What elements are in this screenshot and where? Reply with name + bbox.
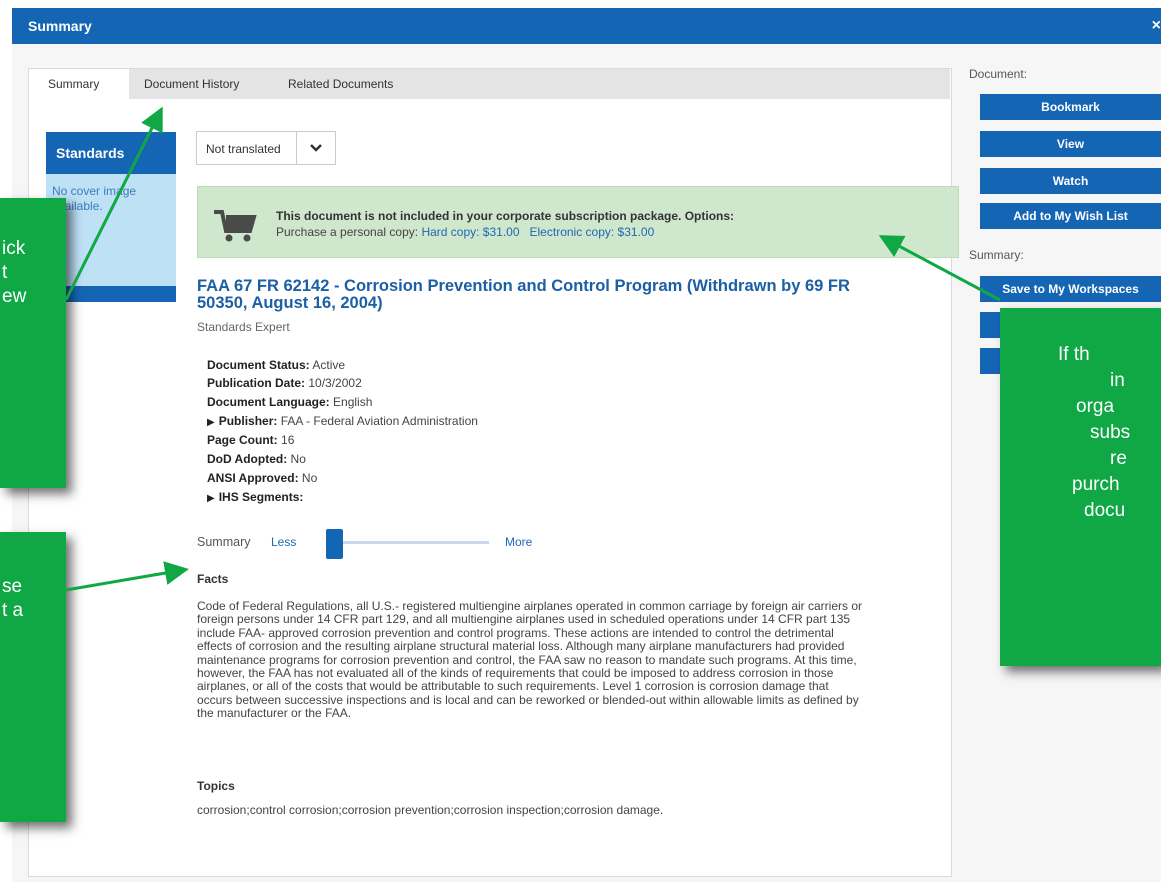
callout-line: in	[1110, 370, 1125, 391]
modal-title: Summary	[28, 18, 92, 34]
tab-related-documents[interactable]: Related Documents	[288, 69, 393, 99]
annotation-callout: se t a	[0, 532, 66, 822]
callout-line: subs	[1090, 422, 1131, 443]
callout-line: purch	[1072, 474, 1120, 495]
add-to-wish-list-button[interactable]: Add to My Wish List	[980, 203, 1161, 229]
field-ihs-segments[interactable]: ▶ IHS Segments:	[207, 490, 303, 504]
view-button[interactable]: View	[980, 131, 1161, 157]
field-document-status: Document Status: Active	[207, 358, 346, 372]
subscription-notice: This document is not included in your co…	[197, 186, 959, 258]
watch-button[interactable]: Watch	[980, 168, 1161, 194]
callout-line: orga	[1076, 396, 1115, 417]
hard-copy-link[interactable]: Hard copy: $31.00	[421, 225, 519, 239]
tab-document-history[interactable]: Document History	[144, 69, 239, 99]
field-dod-adopted: DoD Adopted: No	[207, 452, 306, 466]
slider-less-link[interactable]: Less	[271, 535, 296, 549]
purchase-prefix: Purchase a personal copy:	[276, 225, 419, 239]
annotation-callout: If th in orga subs re purch docu	[1000, 308, 1161, 666]
cover-heading: Standards	[46, 132, 176, 174]
field-ansi-approved: ANSI Approved: No	[207, 471, 318, 485]
translation-select[interactable]: Not translated	[196, 131, 336, 165]
callout-line: se	[2, 576, 23, 597]
notice-headline: This document is not included in your co…	[276, 209, 735, 223]
callout-line: docu	[1084, 500, 1126, 521]
notice-purchase-line: Purchase a personal copy: Hard copy: $31…	[276, 225, 654, 239]
shopping-cart-icon	[214, 209, 258, 248]
slider-handle[interactable]	[326, 529, 343, 559]
tab-summary[interactable]: Summary	[29, 69, 129, 99]
chevron-down-icon[interactable]	[296, 132, 335, 164]
field-page-count: Page Count: 16	[207, 433, 295, 447]
field-publication-date: Publication Date: 10/3/2002	[207, 376, 362, 390]
callout-line: ick	[2, 238, 26, 259]
annotation-callout: ick t ew	[0, 198, 66, 488]
caret-right-icon[interactable]: ▶	[207, 493, 215, 504]
callout-line: re	[1110, 448, 1127, 469]
slider-track[interactable]	[329, 541, 489, 544]
summary-actions-label: Summary:	[969, 248, 1024, 262]
close-icon[interactable]: ×	[1152, 17, 1161, 35]
translation-select-value: Not translated	[206, 142, 281, 156]
slider-more-link[interactable]: More	[505, 535, 532, 549]
bookmark-button[interactable]: Bookmark	[980, 94, 1161, 120]
document-subtitle: Standards Expert	[197, 320, 290, 334]
save-to-workspaces-button[interactable]: Save to My Workspaces	[980, 276, 1161, 302]
field-publisher[interactable]: ▶ Publisher: FAA - Federal Aviation Admin…	[207, 414, 478, 428]
callout-line: ew	[2, 286, 27, 307]
caret-right-icon[interactable]: ▶	[207, 417, 215, 428]
document-title: FAA 67 FR 62142 - Corrosion Prevention a…	[197, 277, 850, 312]
electronic-copy-link[interactable]: Electronic copy: $31.00	[530, 225, 655, 239]
callout-line: t	[2, 262, 8, 283]
no-cover-text: No cover image available.	[52, 184, 137, 213]
modal-titlebar: Summary ×	[12, 8, 1161, 44]
document-actions-label: Document:	[969, 67, 1028, 81]
facts-text: Code of Federal Regulations, all U.S.- r…	[197, 599, 862, 721]
callout-line: t a	[2, 600, 24, 621]
topics-text: corrosion;control corrosion;corrosion pr…	[197, 803, 664, 817]
facts-heading: Facts	[197, 572, 229, 586]
callout-line: If th	[1058, 344, 1090, 365]
tab-bar: Summary Document History Related Documen…	[29, 69, 950, 99]
slider-label: Summary	[197, 535, 251, 549]
topics-heading: Topics	[197, 779, 235, 793]
field-document-language: Document Language: English	[207, 395, 373, 409]
